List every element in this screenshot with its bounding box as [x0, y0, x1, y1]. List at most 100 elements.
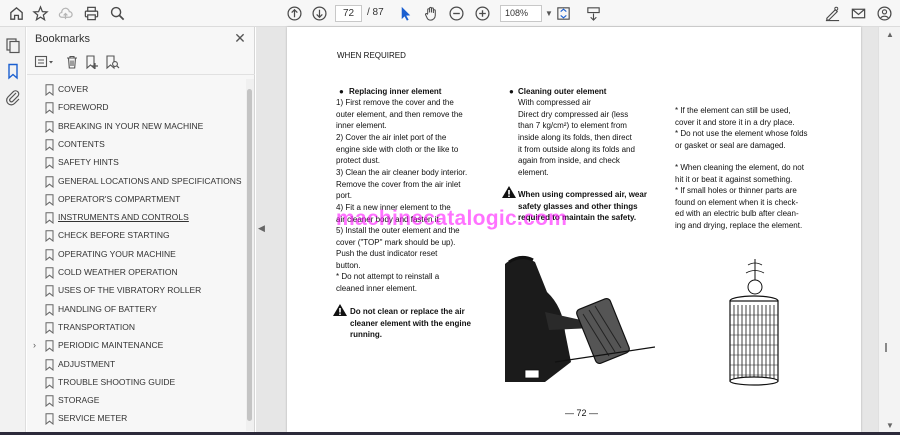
bookmark-icon	[45, 248, 54, 261]
bookmark-item[interactable]: COLD WEATHER OPERATION	[27, 264, 245, 282]
col2-warning-line: When using compressed air, wear	[518, 190, 647, 199]
select-icon[interactable]	[396, 4, 415, 23]
bookmark-item[interactable]: SAFETY HINTS	[27, 154, 245, 172]
prev-page-icon[interactable]	[285, 4, 304, 23]
col2-line: Direct dry compressed air (less	[518, 109, 629, 119]
bookmark-item[interactable]: CHECK BEFORE STARTING	[27, 227, 245, 245]
sign-icon[interactable]	[823, 4, 842, 23]
watermark-text: machinecatalogic.com	[336, 207, 568, 230]
bookmark-icon	[45, 139, 54, 151]
col3-line: * If the element can still be used,	[675, 106, 791, 115]
scroll-up-icon[interactable]: ▲	[886, 30, 894, 39]
star-icon[interactable]	[31, 4, 50, 23]
bookmark-icon	[45, 285, 54, 298]
fit-page-icon[interactable]	[554, 4, 573, 23]
col3-line: cover it and store it in a dry place.	[675, 117, 795, 127]
bookmark-item[interactable]: BREAKING IN YOUR NEW MACHINE	[27, 118, 245, 136]
bookmark-item[interactable]: › PERIODIC MAINTENANCE	[27, 337, 245, 355]
bookmark-icon	[45, 84, 54, 96]
chevron-down-icon[interactable]: ▼	[545, 9, 553, 18]
side-rail	[0, 27, 26, 435]
delete-icon[interactable]	[64, 54, 80, 70]
bookmark-icon	[45, 230, 54, 243]
bookmark-item[interactable]: GENERAL LOCATIONS AND SPECIFICATIONS	[27, 173, 245, 191]
bookmark-icon	[45, 413, 54, 426]
bookmarks-panel: Bookmarks ✕ COVER FOREWORD BREAKING IN Y…	[27, 27, 255, 433]
scroll-mode-icon[interactable]	[584, 4, 603, 23]
col1-heading: Replacing inner element	[349, 87, 442, 96]
bookmark-icon	[45, 303, 54, 316]
col2-line: again from inside, and check	[518, 156, 620, 165]
close-icon[interactable]: ✕	[233, 30, 247, 47]
col1-line: port.	[336, 191, 353, 200]
hand-icon[interactable]	[422, 4, 441, 23]
panel-title: Bookmarks	[35, 33, 91, 45]
zoom-in-icon[interactable]	[473, 4, 492, 23]
bookmark-item[interactable]: ADJUSTMENT	[27, 356, 245, 374]
bookmark-icon	[45, 340, 54, 353]
document-scrollbar[interactable]: ▲ ▼	[878, 27, 900, 432]
bookmark-item[interactable]: TRANSPORTATION	[27, 319, 245, 337]
col3-line: ed with an electric bulb after clean-	[675, 209, 799, 218]
col3-line: * If small holes or thinner parts are	[675, 186, 797, 195]
col1-line: outer element, and then remove the	[336, 109, 463, 119]
pdf-page: WHEN REQUIRED ● Replacing inner element …	[287, 27, 861, 432]
home-icon[interactable]	[7, 4, 26, 23]
col1-warning-line: cleaner element with the engine	[350, 318, 471, 328]
section-header: WHEN REQUIRED	[337, 51, 406, 60]
bookmark-item[interactable]: SERVICE METER	[27, 410, 245, 428]
options-menu-icon[interactable]	[34, 54, 56, 70]
col1-line: cover ("TOP" mark should be up).	[336, 237, 456, 247]
bookmark-item[interactable]: OPERATING YOUR MACHINE	[27, 246, 245, 264]
scroll-thumb[interactable]	[247, 89, 252, 421]
cleaning-illustration	[505, 255, 655, 382]
print-icon[interactable]	[82, 4, 101, 23]
bookmark-icon	[45, 395, 54, 408]
bookmark-item[interactable]: INSTRUMENTS AND CONTROLS	[27, 209, 245, 227]
panel-scrollbar[interactable]	[246, 79, 254, 431]
attachment-icon[interactable]	[4, 88, 22, 106]
upload-icon[interactable]	[56, 4, 75, 23]
next-page-icon[interactable]	[310, 4, 329, 23]
bookmark-icon	[45, 157, 54, 170]
col2-line: inside along its folds, then direct	[518, 133, 632, 142]
page-number-input[interactable]: 72	[335, 5, 362, 22]
bookmark-item[interactable]: FOREWORD	[27, 99, 245, 117]
email-icon[interactable]	[849, 4, 868, 23]
top-toolbar: 72 / 87 108% ▼	[0, 0, 900, 27]
zoom-out-icon[interactable]	[447, 4, 466, 23]
add-bookmark-icon[interactable]	[84, 54, 100, 70]
bookmark-item[interactable]: HANDLING OF BATTERY	[27, 301, 245, 319]
bookmark-item[interactable]: OPERATOR'S COMPARTMENT	[27, 191, 245, 209]
bookmark-icon	[45, 212, 54, 225]
col3-line: ing and drying, replace the element.	[675, 220, 803, 230]
bookmarks-icon[interactable]	[4, 62, 22, 80]
zoom-level-select[interactable]: 108%	[500, 5, 542, 22]
zoom-icon[interactable]	[108, 4, 127, 23]
bookmark-item[interactable]: CONTENTS	[27, 136, 245, 154]
thumbnails-icon[interactable]	[4, 36, 22, 54]
bookmark-item[interactable]: COVER	[27, 81, 245, 99]
col1-line: button.	[336, 260, 361, 270]
page-total: / 87	[367, 7, 384, 18]
col1-line: 2) Cover the air inlet port of the	[336, 133, 447, 142]
col2-heading: Cleaning outer element	[518, 87, 607, 96]
col1-line: protect dust.	[336, 156, 381, 165]
account-icon[interactable]	[875, 4, 894, 23]
warning-icon	[502, 186, 516, 198]
collapse-panel-icon[interactable]: ◀	[258, 223, 265, 234]
col1-line: Remove the cover from the air inlet	[336, 179, 461, 189]
col2-line: With compressed air	[518, 98, 591, 107]
bookmark-item[interactable]: STORAGE	[27, 392, 245, 410]
col2-line: it from outside along its folds and	[518, 144, 635, 154]
search-bookmark-icon[interactable]	[104, 54, 120, 70]
bookmark-item[interactable]: TROUBLE SHOOTING GUIDE	[27, 374, 245, 392]
expand-arrow-icon[interactable]: ›	[33, 340, 36, 350]
bookmark-icon	[45, 322, 54, 334]
col1-warning-line: Do not clean or replace the air	[350, 307, 465, 316]
col1-line: Push the dust indicator reset	[336, 249, 438, 258]
bullet-icon: ●	[509, 87, 514, 96]
scroll-thumb[interactable]	[885, 343, 887, 352]
scroll-down-icon[interactable]: ▼	[886, 421, 894, 430]
bookmark-item[interactable]: USES OF THE VIBRATORY ROLLER	[27, 282, 245, 300]
